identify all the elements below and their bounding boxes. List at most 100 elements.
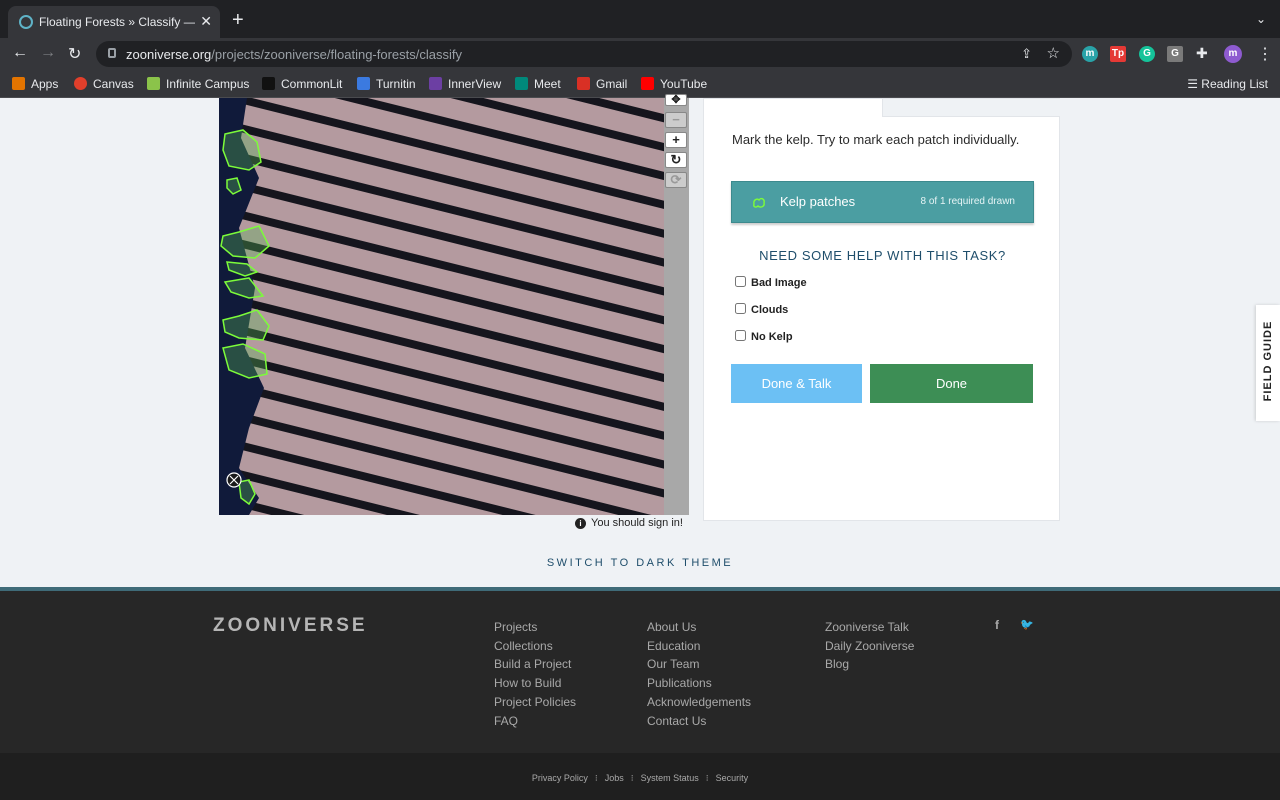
extension-m-icon[interactable]: m <box>1082 46 1098 62</box>
kelp-tool-icon <box>753 197 765 208</box>
separator-icon: ⁝ <box>630 773 634 783</box>
infinite-campus-icon <box>147 77 160 90</box>
bookmark-canvas[interactable]: Canvas <box>74 77 134 91</box>
address-bar[interactable]: zooniverse.org/projects/zooniverse/float… <box>96 41 1072 67</box>
task-instruction: Mark the kelp. Try to mark each patch in… <box>732 132 1020 147</box>
no-kelp-checkbox-row[interactable]: No Kelp <box>735 330 793 343</box>
reading-list-button[interactable]: ☰ Reading List <box>1187 77 1268 91</box>
rotate-icon[interactable]: ↻ <box>665 152 687 168</box>
twitter-icon[interactable]: 🐦 <box>1020 618 1034 631</box>
field-guide-tab[interactable]: FIELD GUIDE <box>1256 305 1280 421</box>
canvas-icon <box>74 77 87 90</box>
footer-link[interactable]: Collections <box>494 637 576 656</box>
sign-in-notice: i You should sign in! <box>575 517 683 529</box>
bad-image-checkbox[interactable] <box>735 276 746 287</box>
footer-link[interactable]: Daily Zooniverse <box>825 637 914 656</box>
bookmark-turnitin[interactable]: Turnitin <box>357 77 416 91</box>
bookmark-meet[interactable]: Meet <box>515 77 561 91</box>
innerview-icon <box>429 77 442 90</box>
jobs-link[interactable]: Jobs <box>605 773 624 783</box>
tab-search-icon[interactable]: ⌄ <box>1256 12 1266 26</box>
bookmark-apps[interactable]: Apps <box>12 77 58 91</box>
no-kelp-checkbox[interactable] <box>735 330 746 341</box>
youtube-icon <box>641 77 654 90</box>
forward-arrow-icon[interactable]: → <box>40 44 56 62</box>
url-path: /projects/zooniverse/floating-forests/cl… <box>211 47 462 62</box>
info-icon: i <box>575 518 586 529</box>
pan-icon[interactable]: ✥ <box>665 94 687 106</box>
url-text: zooniverse.org/projects/zooniverse/float… <box>126 47 462 62</box>
bad-image-checkbox-row[interactable]: Bad Image <box>735 276 807 289</box>
bookmark-infinite-campus[interactable]: Infinite Campus <box>147 77 249 91</box>
facebook-icon[interactable]: f <box>995 618 999 632</box>
footer-link[interactable]: Project Policies <box>494 693 576 712</box>
bookmarks-bar: Apps Canvas Infinite Campus CommonLit Tu… <box>0 70 1280 98</box>
task-tab-inactive[interactable] <box>882 99 1060 117</box>
privacy-policy-link[interactable]: Privacy Policy <box>532 773 588 783</box>
extensions-puzzle-icon[interactable]: ✚ <box>1196 45 1208 62</box>
footer-column-talk: Zooniverse Talk Daily Zooniverse Blog <box>825 618 914 674</box>
switch-theme-link[interactable]: SWITCH TO DARK THEME <box>0 557 1280 569</box>
browser-tab[interactable]: Floating Forests » Classify — Z ✕ <box>8 6 220 38</box>
extension-grammarly-icon[interactable]: G <box>1139 46 1155 62</box>
share-icon[interactable]: ⇪ <box>1021 46 1032 62</box>
meet-icon <box>515 77 528 90</box>
footer-link[interactable]: Education <box>647 637 751 656</box>
bookmark-gmail[interactable]: Gmail <box>577 77 627 91</box>
system-status-link[interactable]: System Status <box>641 773 699 783</box>
bookmark-star-icon[interactable]: ☆ <box>1047 44 1060 62</box>
sign-in-text: You should sign in! <box>591 517 683 529</box>
clouds-checkbox[interactable] <box>735 303 746 314</box>
field-guide-label: FIELD GUIDE <box>1262 320 1274 402</box>
extension-g-icon[interactable]: G <box>1167 46 1183 62</box>
satellite-subject-image[interactable] <box>219 98 664 515</box>
footer-link[interactable]: Contact Us <box>647 712 751 731</box>
bookmark-youtube[interactable]: YouTube <box>641 77 707 91</box>
profile-avatar[interactable]: m <box>1224 45 1242 63</box>
lock-icon <box>108 48 116 58</box>
turnitin-icon <box>357 77 370 90</box>
bad-image-label: Bad Image <box>751 277 807 289</box>
done-button[interactable]: Done <box>870 364 1033 403</box>
browser-menu-icon[interactable]: ⋮ <box>1257 44 1273 64</box>
clouds-checkbox-row[interactable]: Clouds <box>735 303 788 316</box>
site-footer: ZOONIVERSE Projects Collections Build a … <box>0 591 1280 753</box>
back-arrow-icon[interactable]: ← <box>12 44 28 62</box>
legal-links: Privacy Policy ⁝ Jobs ⁝ System Status ⁝ Securi… <box>0 773 1280 784</box>
footer-link[interactable]: How to Build <box>494 674 576 693</box>
zooniverse-logo[interactable]: ZOONIVERSE <box>213 615 368 637</box>
footer-link[interactable]: Blog <box>825 655 914 674</box>
footer-link[interactable]: Build a Project <box>494 655 576 674</box>
extension-tp-icon[interactable]: Tp <box>1110 46 1126 62</box>
close-tab-icon[interactable]: ✕ <box>200 13 212 30</box>
satellite-image-svg[interactable] <box>219 98 664 515</box>
footer-link[interactable]: About Us <box>647 618 751 637</box>
reload-icon[interactable]: ↻ <box>68 44 81 64</box>
gmail-icon <box>577 77 590 90</box>
done-and-talk-button[interactable]: Done & Talk <box>731 364 862 403</box>
footer-column-about: About Us Education Our Team Publications… <box>647 618 751 730</box>
kelp-patches-tool-button[interactable]: Kelp patches 8 of 1 required drawn <box>731 181 1034 223</box>
separator-icon: ⁝ <box>594 773 598 783</box>
no-kelp-label: No Kelp <box>751 331 793 343</box>
security-link[interactable]: Security <box>716 773 749 783</box>
reading-list-icon: ☰ <box>1187 77 1202 91</box>
footer-link[interactable]: Our Team <box>647 655 751 674</box>
bookmark-commonlit[interactable]: CommonLit <box>262 77 342 91</box>
footer-link[interactable]: Projects <box>494 618 576 637</box>
delete-marking-icon[interactable] <box>226 472 242 488</box>
bookmark-innerview[interactable]: InnerView <box>429 77 501 91</box>
zoom-in-icon[interactable]: + <box>665 132 687 148</box>
footer-link[interactable]: Acknowledgements <box>647 693 751 712</box>
reset-view-icon[interactable]: ⟳ <box>665 172 687 188</box>
url-host: zooniverse.org <box>126 47 212 62</box>
footer-link[interactable]: Zooniverse Talk <box>825 618 914 637</box>
new-tab-icon[interactable]: + <box>232 10 244 30</box>
apps-grid-icon <box>12 77 25 90</box>
tool-label: Kelp patches <box>780 194 856 209</box>
clouds-label: Clouds <box>751 304 789 316</box>
zoom-out-icon[interactable]: − <box>665 112 687 128</box>
browser-tab-bar: Floating Forests » Classify — Z ✕ + ⌄ <box>0 0 1280 38</box>
footer-link[interactable]: FAQ <box>494 712 576 731</box>
footer-link[interactable]: Publications <box>647 674 751 693</box>
